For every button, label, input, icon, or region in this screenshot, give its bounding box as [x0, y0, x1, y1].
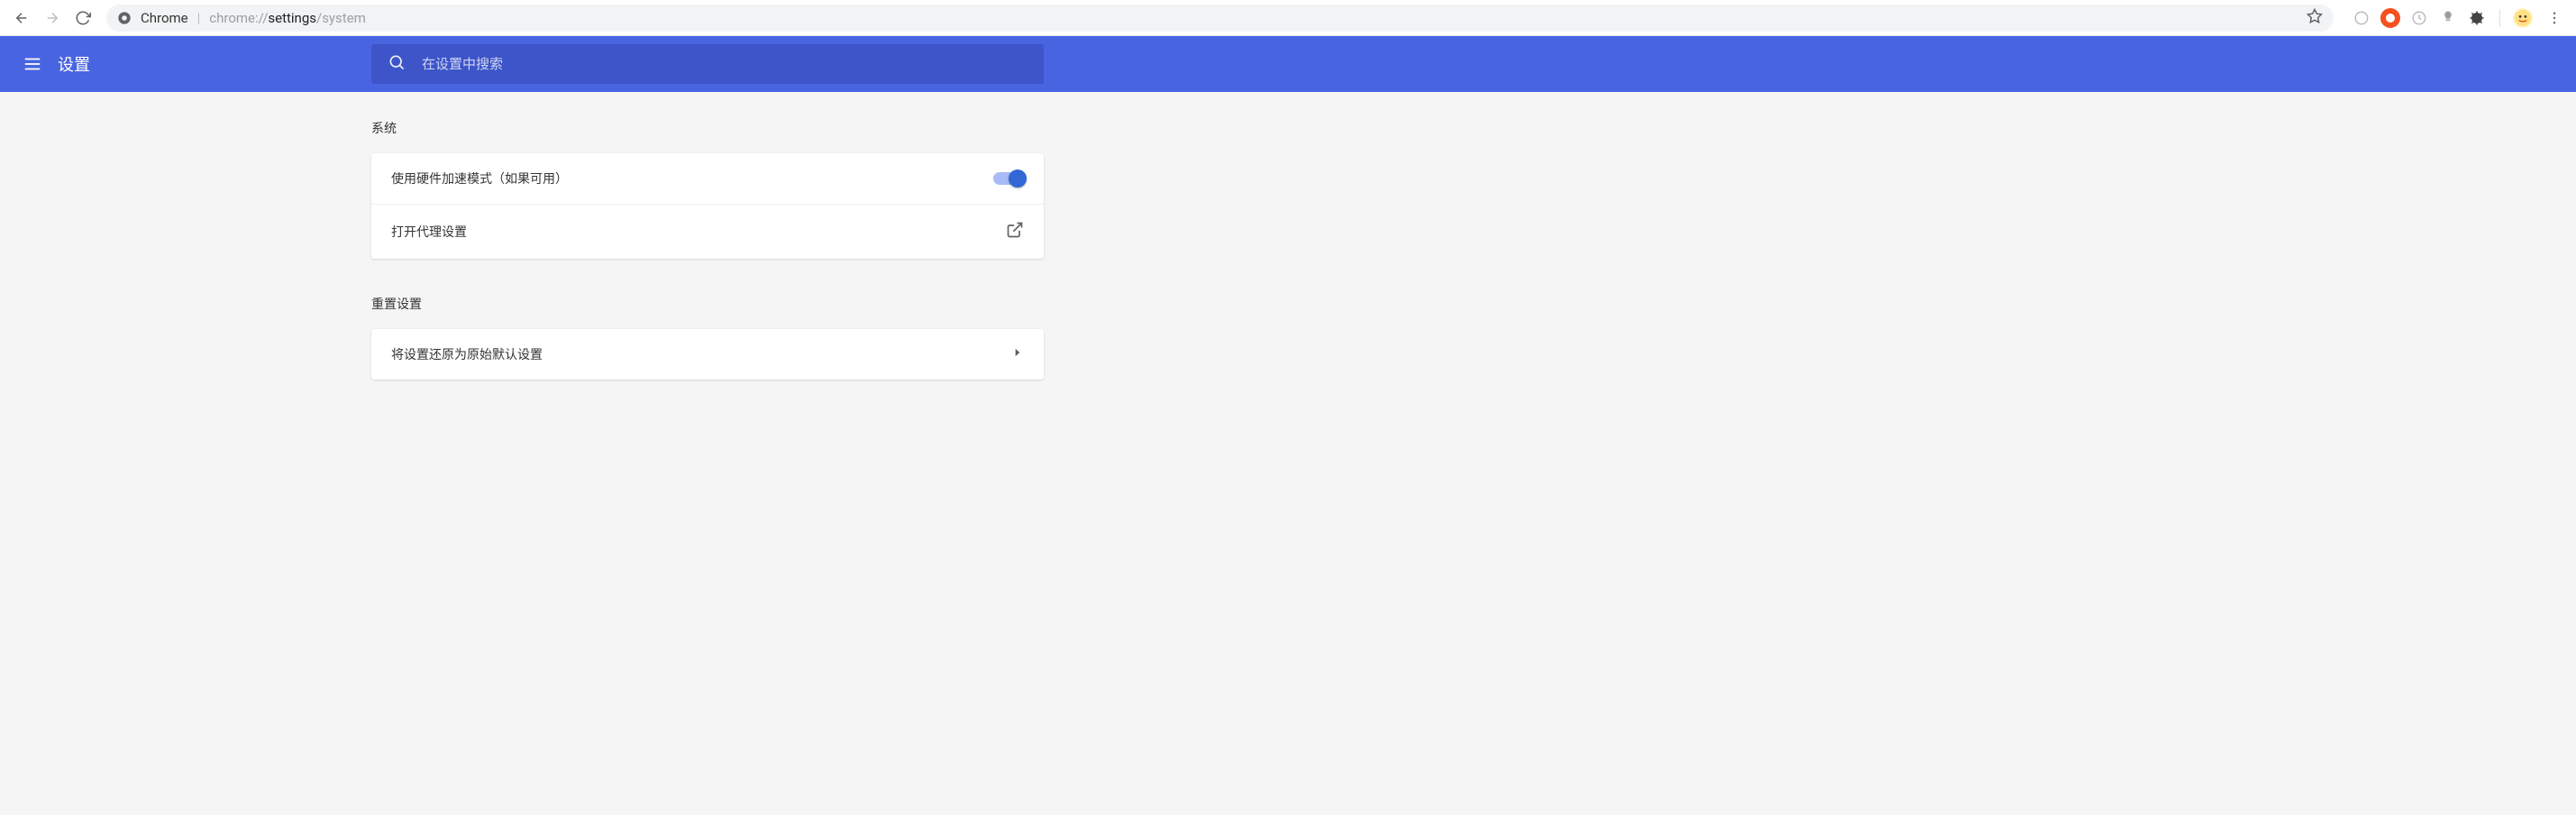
external-link-icon	[1006, 221, 1024, 243]
toolbar-separator	[2499, 9, 2500, 27]
omnibox-separator: |	[197, 10, 201, 26]
page-title: 设置	[58, 52, 90, 76]
reload-button[interactable]	[70, 5, 96, 31]
star-icon	[2307, 8, 2323, 24]
toggle-knob	[1009, 169, 1027, 188]
system-card: 使用硬件加速模式（如果可用） 打开代理设置	[371, 153, 1044, 259]
extension-icon-2[interactable]	[2380, 8, 2400, 28]
arrow-left-icon	[14, 10, 30, 26]
forward-button[interactable]	[40, 5, 65, 31]
back-button[interactable]	[9, 5, 34, 31]
restore-defaults-label: 将设置还原为原始默认设置	[391, 345, 543, 363]
hamburger-icon	[23, 54, 42, 74]
hardware-acceleration-label: 使用硬件加速模式（如果可用）	[391, 169, 568, 188]
section-title-reset: 重置设置	[371, 295, 1044, 313]
extension-icon-4[interactable]	[2438, 8, 2458, 28]
omnibox-url-host: settings	[268, 10, 316, 26]
dots-vertical-icon	[2546, 10, 2562, 26]
proxy-settings-label: 打开代理设置	[391, 223, 467, 241]
search-icon	[388, 53, 406, 75]
omnibox-brand: Chrome	[141, 10, 188, 26]
restore-defaults-row[interactable]: 将设置还原为原始默认设置	[371, 329, 1044, 380]
content-area: 系统 使用硬件加速模式（如果可用） 打开代理设置 重置设置 将设置还原为原始默认…	[0, 92, 2576, 815]
extension-icon-1[interactable]	[2352, 8, 2371, 28]
extension-icon-5[interactable]	[2467, 8, 2487, 28]
extension-icon-3[interactable]	[2409, 8, 2429, 28]
reset-card: 将设置还原为原始默认设置	[371, 329, 1044, 380]
section-title-system: 系统	[371, 119, 1044, 137]
reload-icon	[75, 10, 91, 26]
browser-chrome: Chrome | chrome://settings/system	[0, 0, 2576, 36]
profile-avatar[interactable]	[2513, 8, 2533, 28]
proxy-settings-row[interactable]: 打开代理设置	[371, 205, 1044, 259]
hardware-acceleration-row: 使用硬件加速模式（如果可用）	[371, 153, 1044, 205]
arrow-right-icon	[44, 10, 60, 26]
bookmark-button[interactable]	[2307, 8, 2323, 28]
omnibox-url-prefix: chrome://	[209, 10, 268, 26]
extensions-toolbar	[2352, 5, 2567, 31]
settings-search[interactable]	[371, 44, 1044, 84]
chevron-right-icon	[1011, 346, 1024, 362]
search-input[interactable]	[422, 56, 1028, 72]
menu-toggle-button[interactable]	[18, 50, 47, 78]
omnibox[interactable]: Chrome | chrome://settings/system	[106, 5, 2334, 32]
chrome-site-icon	[117, 11, 132, 25]
browser-menu-button[interactable]	[2542, 5, 2567, 31]
omnibox-url-suffix: /system	[316, 10, 366, 26]
hardware-acceleration-toggle[interactable]	[993, 172, 1024, 185]
